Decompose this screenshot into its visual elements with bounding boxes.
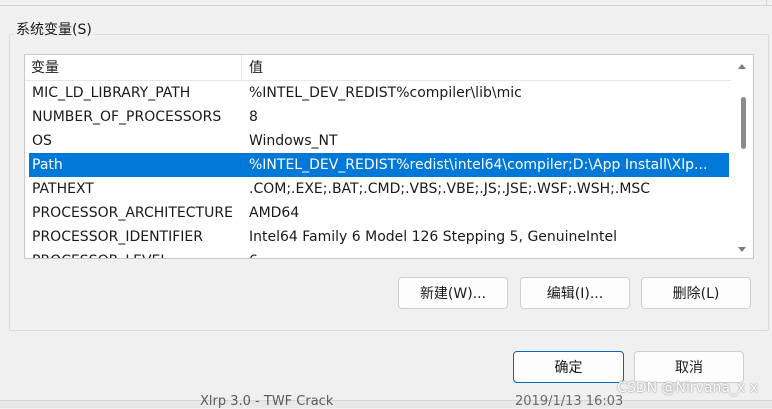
window-top-edge-right [766, 0, 772, 6]
variable-value: 8 [249, 109, 258, 125]
system-variables-group-title: 系统变量(S) [14, 20, 94, 40]
background-file-name: Xlrp 3.0 - TWF Crack [200, 394, 334, 409]
variable-name: PROCESSOR_LEVEL [32, 249, 244, 258]
variable-value: .COM;.EXE;.BAT;.CMD;.VBS;.VBE;.JS;.JSE;.… [249, 181, 651, 197]
variable-name: MIC_LD_LIBRARY_PATH [32, 85, 191, 101]
delete-variable-button[interactable]: 删除(L) [641, 277, 751, 309]
table-row-selected[interactable]: Path %INTEL_DEV_REDIST%redist\intel64\co… [29, 153, 729, 177]
table-row[interactable]: OS Windows_NT [25, 129, 731, 153]
background-window-strip [0, 400, 772, 408]
variable-value: 6 [249, 249, 729, 258]
table-row[interactable]: MIC_LD_LIBRARY_PATH %INTEL_DEV_REDIST%co… [25, 81, 731, 105]
variable-name: PROCESSOR_IDENTIFIER [32, 229, 203, 245]
edit-variable-button[interactable]: 编辑(I)... [520, 277, 630, 309]
list-rows: MIC_LD_LIBRARY_PATH %INTEL_DEV_REDIST%co… [25, 81, 731, 258]
list-header: 变量 值 [25, 55, 731, 81]
variable-value: %INTEL_DEV_REDIST%redist\intel64\compile… [249, 157, 708, 173]
variable-name: PROCESSOR_ARCHITECTURE [32, 205, 233, 221]
variable-value: AMD64 [249, 205, 300, 221]
table-row[interactable]: PROCESSOR_IDENTIFIER Intel64 Family 6 Mo… [25, 225, 731, 249]
variable-name: NUMBER_OF_PROCESSORS [32, 109, 222, 125]
variable-name: PATHEXT [32, 181, 94, 197]
table-row[interactable]: PROCESSOR_LEVEL 6 [25, 249, 731, 258]
ok-button[interactable]: 确定 [513, 351, 624, 383]
table-row[interactable]: NUMBER_OF_PROCESSORS 8 [25, 105, 731, 129]
table-row[interactable]: PATHEXT .COM;.EXE;.BAT;.CMD;.VBS;.VBE;.J… [25, 177, 731, 201]
table-row[interactable]: PROCESSOR_ARCHITECTURE AMD64 [25, 201, 731, 225]
variable-value: Intel64 Family 6 Model 126 Stepping 5, G… [249, 229, 618, 245]
variable-name: Path [32, 157, 63, 173]
column-header-variable[interactable]: 变量 [25, 55, 242, 81]
variable-name: OS [32, 133, 52, 149]
scroll-down-arrow-icon[interactable] [731, 240, 753, 258]
csdn-watermark: CSDN @Nirvana_x x [617, 380, 758, 396]
background-file-date: 2019/1/13 16:03 [515, 394, 624, 409]
cancel-button[interactable]: 取消 [634, 351, 744, 383]
variable-value: %INTEL_DEV_REDIST%compiler\lib\mic [249, 85, 522, 101]
window-top-edge [0, 0, 772, 6]
variable-value: Windows_NT [249, 133, 338, 149]
system-variables-list[interactable]: 变量 值 MIC_LD_LIBRARY_PATH %INTEL_DEV_REDI… [24, 54, 754, 259]
scroll-up-arrow-icon[interactable] [731, 57, 753, 75]
vertical-scrollbar[interactable] [731, 55, 753, 258]
column-header-value[interactable]: 值 [242, 55, 731, 81]
scroll-thumb[interactable] [741, 97, 746, 149]
new-variable-button[interactable]: 新建(W)... [398, 277, 508, 309]
